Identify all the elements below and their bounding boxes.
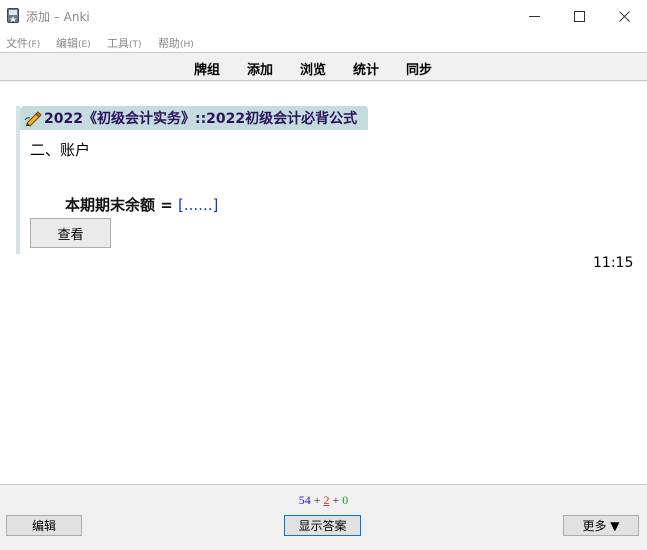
edit-button[interactable]: 编辑 [6, 515, 82, 536]
review-timer: 11:15 [593, 255, 634, 271]
toolbar-add-link[interactable]: 添加 [247, 59, 273, 78]
card-section-heading: 二、账户 [30, 141, 91, 159]
minimize-icon [528, 15, 540, 17]
maximize-icon [573, 10, 585, 22]
menu-tools[interactable]: 工具(T) [107, 35, 142, 51]
count-separator: + [313, 493, 321, 507]
menu-edit[interactable]: 编辑(E) [56, 35, 91, 51]
menu-help[interactable]: 帮助(H) [158, 35, 194, 51]
card-deck-header: 2022《初级会计实务》::2022初级会计必背公式 [20, 106, 368, 130]
toolbar-decks-link[interactable]: 牌组 [194, 59, 220, 78]
close-icon [618, 10, 630, 22]
menu-bar: 文件(F) 编辑(E) 工具(T) 帮助(H) [0, 32, 647, 52]
toolbar-sync-link[interactable]: 同步 [406, 59, 432, 78]
title-bar: 添加 – Anki [0, 0, 647, 32]
review-area: 2022《初级会计实务》::2022初级会计必背公式 二、账户 本期期末余额 =… [0, 82, 647, 484]
card-counts: 54 + 2 + 0 [0, 493, 647, 508]
close-button[interactable] [601, 0, 647, 32]
count-new: 54 [298, 493, 311, 507]
toolbar-stats-link[interactable]: 统计 [353, 59, 379, 78]
toolbar-browse-link[interactable]: 浏览 [300, 59, 326, 78]
main-toolbar: 牌组 添加 浏览 统计 同步 [0, 52, 647, 81]
bottom-bar: 54 + 2 + 0 编辑 显示答案 更多 ▼ [0, 484, 647, 550]
maximize-button[interactable] [556, 0, 602, 32]
count-learn: 2 [323, 493, 330, 507]
card-formula-line: 本期期末余额 = [......] [65, 194, 218, 215]
window-title: 添加 – Anki [26, 10, 90, 24]
menu-file[interactable]: 文件(F) [6, 35, 40, 51]
card-deck-title: 2022《初级会计实务》::2022初级会计必背公式 [44, 111, 358, 127]
show-answer-button[interactable]: 显示答案 [284, 515, 361, 536]
count-review: 0 [342, 493, 349, 507]
minimize-button[interactable] [511, 0, 557, 32]
cloze-placeholder: [......] [178, 196, 219, 214]
view-button[interactable]: 查看 [30, 218, 111, 248]
count-separator: + [332, 493, 340, 507]
pencil-icon [24, 111, 42, 127]
more-button[interactable]: 更多 ▼ [563, 515, 639, 536]
formula-text: 本期期末余额 = [65, 196, 179, 214]
anki-app-icon [7, 8, 19, 23]
